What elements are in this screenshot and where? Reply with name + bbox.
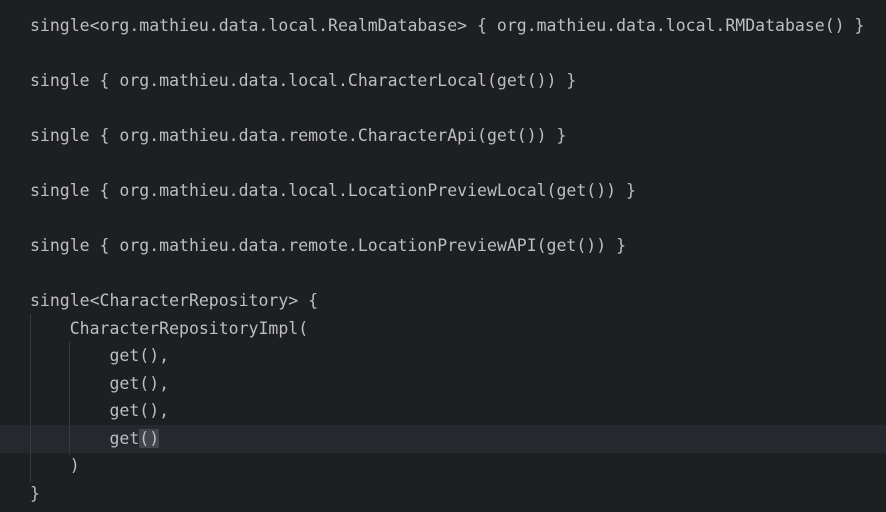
- code-line-2[interactable]: single { org.mathieu.data.local.Characte…: [30, 67, 576, 95]
- matched-brackets: (): [139, 429, 160, 448]
- code-line-3[interactable]: single { org.mathieu.data.remote.Charact…: [30, 122, 566, 150]
- code-line-1[interactable]: single<org.mathieu.data.local.RealmDatab…: [30, 12, 864, 40]
- code-editor[interactable]: single<org.mathieu.data.local.RealmDatab…: [0, 0, 886, 512]
- code-line-8[interactable]: get(),: [30, 342, 169, 370]
- code-line-6[interactable]: single<CharacterRepository> {: [30, 287, 318, 315]
- code-line-7[interactable]: CharacterRepositoryImpl(: [30, 315, 308, 343]
- code-line-5[interactable]: single { org.mathieu.data.remote.Locatio…: [30, 232, 626, 260]
- code-line-11-text: get: [30, 429, 140, 448]
- code-line-10[interactable]: get(),: [30, 397, 169, 425]
- code-line-4[interactable]: single { org.mathieu.data.local.Location…: [30, 177, 636, 205]
- code-line-12[interactable]: ): [30, 452, 80, 480]
- code-line-13[interactable]: }: [30, 480, 40, 508]
- code-line-9[interactable]: get(),: [30, 370, 169, 398]
- code-line-11[interactable]: get(): [30, 425, 160, 453]
